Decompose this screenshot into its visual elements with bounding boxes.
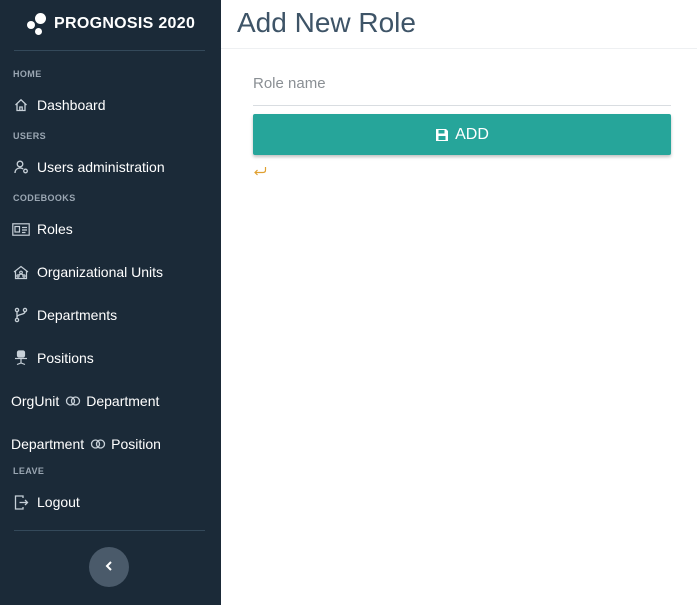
sidebar-item-organizational-units[interactable]: Organizational Units — [0, 257, 221, 287]
link-icon — [90, 438, 106, 450]
sidebar-item-label: Users administration — [37, 159, 165, 175]
link-icon — [65, 395, 81, 407]
house-network-icon — [11, 262, 31, 282]
brand-title: PROGNOSIS 2020 — [54, 15, 196, 32]
return-arrow-icon[interactable] — [253, 165, 267, 177]
sidebar-item-orgunit-department[interactable]: OrgUnit Department — [0, 386, 221, 416]
logout-icon — [11, 492, 31, 512]
sidebar-item-label-left: Department — [11, 436, 85, 452]
sidebar-item-dashboard[interactable]: Dashboard — [0, 90, 221, 120]
divider — [14, 50, 205, 51]
sidebar: PROGNOSIS 2020 HOME Dashboard USERS User… — [0, 0, 221, 605]
main-content: Add New Role ADD — [221, 0, 697, 605]
page-title: Add New Role — [237, 7, 416, 38]
sidebar-item-label-left: OrgUnit — [11, 393, 60, 409]
office-chair-icon — [11, 348, 31, 368]
section-label-home: HOME — [13, 69, 42, 79]
sidebar-item-department-position[interactable]: Department Position — [0, 429, 221, 459]
role-name-input[interactable] — [253, 62, 671, 106]
sidebar-item-label-right: Department — [86, 393, 160, 409]
sidebar-item-label: Positions — [37, 350, 94, 366]
sidebar-item-positions[interactable]: Positions — [0, 343, 221, 373]
section-label-users: USERS — [13, 131, 47, 141]
section-label-codebooks: CODEBOOKS — [13, 193, 76, 203]
sidebar-item-logout[interactable]: Logout — [0, 487, 221, 517]
sidebar-item-departments[interactable]: Departments — [0, 300, 221, 330]
sidebar-item-label-right: Position — [111, 436, 161, 452]
id-card-icon — [11, 219, 31, 239]
add-button-label: ADD — [455, 125, 489, 143]
sidebar-item-label: Dashboard — [37, 97, 106, 113]
logo-icon — [26, 12, 48, 36]
branch-icon — [11, 305, 31, 325]
chevron-left-icon — [105, 558, 113, 576]
sidebar-item-label: Organizational Units — [37, 264, 164, 280]
sidebar-item-roles[interactable]: Roles — [0, 214, 221, 244]
user-settings-icon — [11, 157, 31, 177]
brand[interactable]: PROGNOSIS 2020 — [26, 12, 195, 36]
section-label-leave: LEAVE — [13, 466, 45, 476]
home-icon — [11, 95, 31, 115]
add-button[interactable]: ADD — [253, 114, 671, 155]
floppy-disk-icon — [435, 128, 449, 142]
sidebar-item-users-administration[interactable]: Users administration — [0, 152, 221, 182]
sidebar-item-label: Departments — [37, 307, 118, 323]
divider — [14, 530, 205, 531]
sidebar-item-label: Roles — [37, 221, 73, 237]
collapse-sidebar-button[interactable] — [89, 547, 129, 587]
divider — [221, 48, 697, 49]
sidebar-item-label: Logout — [37, 494, 80, 510]
